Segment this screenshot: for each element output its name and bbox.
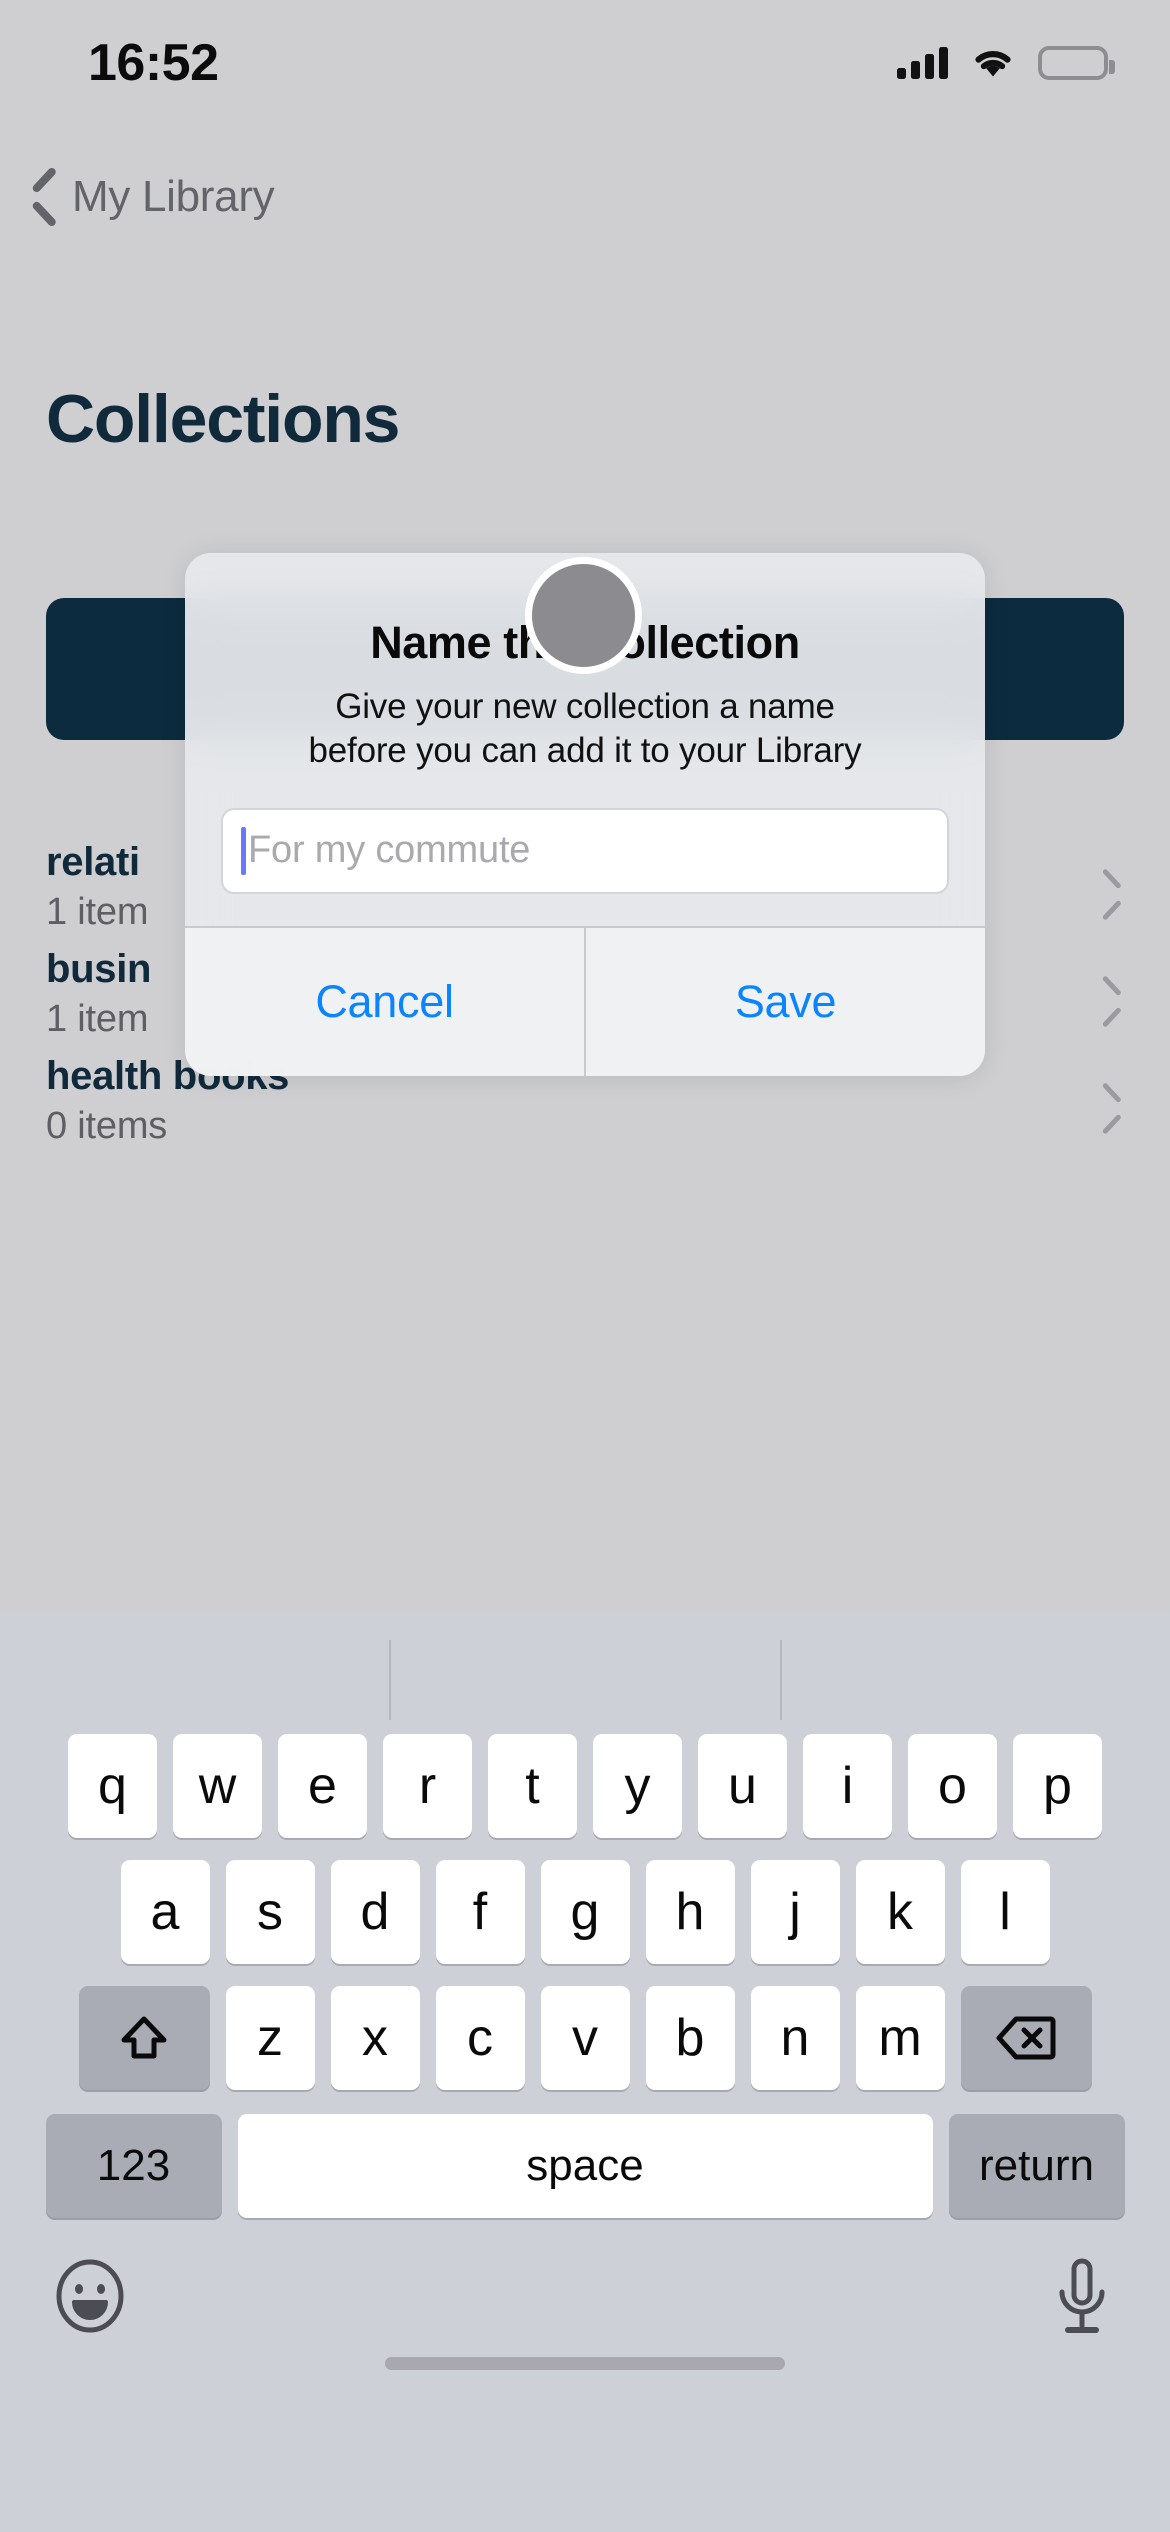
back-button[interactable]: My Library bbox=[28, 172, 275, 222]
text-caret bbox=[241, 826, 246, 875]
cancel-button[interactable]: Cancel bbox=[185, 928, 584, 1076]
key-c[interactable]: c bbox=[435, 1986, 525, 2090]
wifi-icon bbox=[975, 50, 1011, 76]
key-v[interactable]: v bbox=[540, 1986, 630, 2090]
key-y[interactable]: y bbox=[593, 1734, 682, 1838]
keyboard-bottom-bar bbox=[0, 2244, 1170, 2394]
key-o[interactable]: o bbox=[908, 1734, 997, 1838]
chevron-right-icon bbox=[1096, 876, 1118, 912]
keyboard-row-4: 123 space return bbox=[0, 2114, 1170, 2218]
key-i[interactable]: i bbox=[803, 1734, 892, 1838]
key-n[interactable]: n bbox=[750, 1986, 840, 2090]
microphone-icon[interactable] bbox=[1054, 2256, 1110, 2340]
key-s[interactable]: s bbox=[225, 1860, 315, 1964]
key-p[interactable]: p bbox=[1013, 1734, 1102, 1838]
collection-item-count: 0 items bbox=[46, 1105, 168, 1147]
key-x[interactable]: x bbox=[330, 1986, 420, 2090]
page-title: Collections bbox=[46, 381, 400, 457]
chevron-right-icon bbox=[1096, 1090, 1118, 1126]
dialog-message-line-1: Give your new collection a name bbox=[335, 687, 835, 726]
touch-cursor-indicator bbox=[525, 557, 642, 674]
key-z[interactable]: z bbox=[225, 1986, 315, 2090]
predictive-divider bbox=[389, 1640, 391, 1720]
predictive-text-bar[interactable] bbox=[0, 1612, 1170, 1730]
key-t[interactable]: t bbox=[488, 1734, 577, 1838]
key-m[interactable]: m bbox=[855, 1986, 945, 2090]
backspace-delete-icon bbox=[996, 2016, 1056, 2060]
key-d[interactable]: d bbox=[330, 1860, 420, 1964]
key-j[interactable]: j bbox=[750, 1860, 840, 1964]
status-icons bbox=[897, 45, 1115, 80]
backspace-key[interactable] bbox=[960, 1986, 1092, 2090]
dialog-field-wrapper: For my commute bbox=[185, 807, 985, 926]
key-h[interactable]: h bbox=[645, 1860, 735, 1964]
keyboard-row-3: z x c v b n m bbox=[0, 1986, 1170, 2090]
space-key[interactable]: space bbox=[237, 2114, 933, 2218]
home-indicator bbox=[385, 2357, 785, 2370]
dialog-actions: Cancel Save bbox=[185, 925, 985, 1076]
chevron-right-icon bbox=[1096, 983, 1118, 1019]
dialog-message: Give your new collection a name before y… bbox=[221, 685, 949, 774]
key-k[interactable]: k bbox=[855, 1860, 945, 1964]
battery-icon bbox=[1038, 45, 1115, 80]
chevron-left-icon bbox=[28, 174, 58, 220]
predictive-divider bbox=[780, 1640, 782, 1720]
key-u[interactable]: u bbox=[698, 1734, 787, 1838]
collection-name-input[interactable]: For my commute bbox=[221, 807, 949, 894]
status-bar: 16:52 bbox=[0, 0, 1170, 125]
onscreen-keyboard: q w e r t y u i o p a s d f g h j k l z … bbox=[0, 1612, 1170, 2532]
key-r[interactable]: r bbox=[383, 1734, 472, 1838]
dialog-message-line-2: before you can add it to your Library bbox=[308, 731, 862, 771]
status-time: 16:52 bbox=[88, 33, 219, 92]
shift-key[interactable] bbox=[78, 1986, 210, 2090]
key-f[interactable]: f bbox=[435, 1860, 525, 1964]
return-key[interactable]: return bbox=[948, 2114, 1125, 2218]
input-placeholder: For my commute bbox=[248, 829, 531, 872]
emoji-smiley-icon[interactable] bbox=[52, 2258, 128, 2334]
back-button-label: My Library bbox=[72, 172, 275, 221]
key-q[interactable]: q bbox=[68, 1734, 157, 1838]
key-l[interactable]: l bbox=[960, 1860, 1050, 1964]
key-a[interactable]: a bbox=[120, 1860, 210, 1964]
save-button[interactable]: Save bbox=[584, 927, 985, 1076]
numbers-key[interactable]: 123 bbox=[45, 2114, 222, 2218]
shift-arrow-icon bbox=[121, 2016, 167, 2059]
key-w[interactable]: w bbox=[173, 1734, 262, 1838]
keyboard-row-2: a s d f g h j k l bbox=[0, 1860, 1170, 1964]
cellular-signal-icon bbox=[897, 46, 948, 79]
key-e[interactable]: e bbox=[278, 1734, 367, 1838]
key-g[interactable]: g bbox=[540, 1860, 630, 1964]
phone-screen: 16:52 My Library Collections relati 1 it… bbox=[0, 0, 1170, 2532]
key-b[interactable]: b bbox=[645, 1986, 735, 2090]
keyboard-row-1: q w e r t y u i o p bbox=[0, 1734, 1170, 1838]
